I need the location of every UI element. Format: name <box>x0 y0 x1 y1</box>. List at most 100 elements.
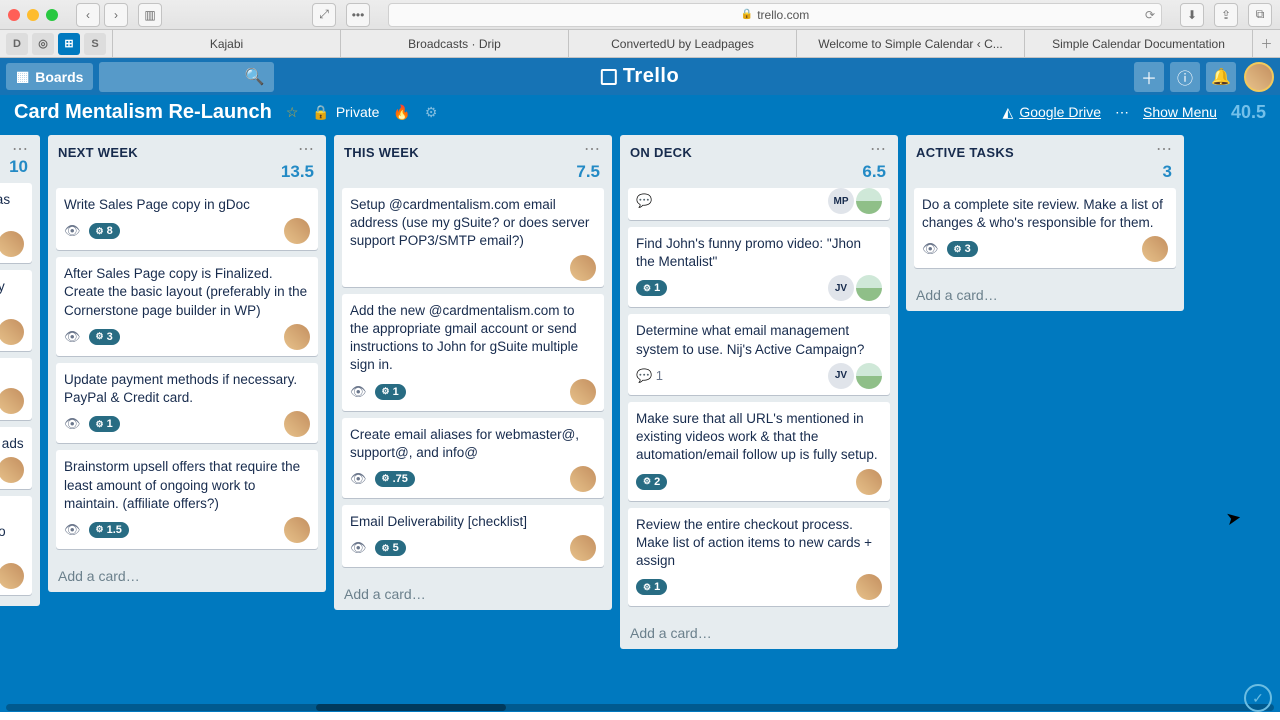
member-avatar[interactable] <box>284 411 310 437</box>
list-title[interactable]: NEXT WEEK <box>58 145 296 160</box>
member-avatar[interactable] <box>0 319 24 345</box>
browser-tab[interactable]: Kajabi <box>112 30 340 57</box>
member-avatar[interactable] <box>570 379 596 405</box>
zoom-window-icon[interactable] <box>46 9 58 21</box>
browser-tab[interactable]: ConvertedU by Leadpages <box>568 30 796 57</box>
fav-icon[interactable]: D <box>6 33 28 55</box>
downloads-button[interactable]: ⬇ <box>1180 3 1204 27</box>
card[interactable]: Write Sales Page copy in gDoc👁8 <box>56 188 318 250</box>
list-menu-icon[interactable]: ⋯ <box>582 145 602 155</box>
star-icon[interactable]: ☆ <box>286 104 299 121</box>
settings-icon[interactable]: ⚙ <box>425 104 438 121</box>
card[interactable]: Brainstorm upsell offers that require th… <box>56 450 318 549</box>
card[interactable]: gDoc with ad ideas to <box>0 183 32 263</box>
reload-icon[interactable]: ⟳ <box>1145 8 1155 22</box>
member-avatar[interactable] <box>1142 236 1168 262</box>
member-avatar[interactable]: JV <box>828 363 854 389</box>
member-avatar[interactable] <box>856 363 882 389</box>
list[interactable]: NEXT WEEK⋯13.5Write Sales Page copy in g… <box>48 135 326 592</box>
member-avatar[interactable] <box>0 388 24 414</box>
create-button[interactable]: ＋ <box>1134 62 1164 92</box>
add-card-button[interactable]: Add a card… <box>48 560 326 592</box>
window-controls[interactable] <box>8 9 58 21</box>
member-avatar[interactable] <box>284 218 310 244</box>
member-avatar[interactable]: MP <box>828 188 854 214</box>
member-avatar[interactable] <box>856 469 882 495</box>
address-bar[interactable]: 🔒 trello.com ⟳ <box>388 3 1162 27</box>
trello-logo[interactable]: Trello <box>601 65 679 88</box>
tabs-button[interactable]: ⧉ <box>1248 3 1272 27</box>
card[interactable]: Review the entire checkout process. Make… <box>628 508 890 607</box>
info-button[interactable]: ⓘ <box>1170 62 1200 92</box>
list[interactable]: ACTIVE TASKS⋯3Do a complete site review.… <box>906 135 1184 311</box>
card[interactable]: first 2 FB ads <box>0 358 32 420</box>
card[interactable]: oy for retargeting ads <box>0 427 32 489</box>
more-icon[interactable]: ⋯ <box>1115 104 1129 121</box>
fav-icon[interactable]: S <box>84 33 106 55</box>
new-tab-button[interactable]: ＋ <box>1252 30 1280 57</box>
share-button[interactable]: ⇪ <box>1214 3 1238 27</box>
fav-icon[interactable]: ◎ <box>32 33 54 55</box>
shield-icon[interactable]: ✓ <box>1244 684 1272 712</box>
list-menu-icon[interactable]: ⋯ <box>296 145 316 155</box>
list-menu-icon[interactable]: ⋯ <box>10 145 30 155</box>
forward-button[interactable]: › <box>104 3 128 27</box>
list[interactable]: ⋯10gDoc with ad ideas tooy & imagery for… <box>0 135 40 606</box>
browser-tab[interactable]: Broadcasts · Drip <box>340 30 568 57</box>
card[interactable]: Setup @cardmentalism.com email address (… <box>342 188 604 287</box>
minimize-window-icon[interactable] <box>27 9 39 21</box>
member-avatar[interactable] <box>856 275 882 301</box>
settings-button[interactable]: ••• <box>346 3 370 27</box>
google-drive-link[interactable]: ◭ Google Drive <box>1003 104 1101 121</box>
add-card-button[interactable]: Add a card… <box>334 578 612 610</box>
list-title[interactable]: ACTIVE TASKS <box>916 145 1154 160</box>
card[interactable]: Make sure that all URL's mentioned in ex… <box>628 402 890 501</box>
user-avatar[interactable] <box>1244 62 1274 92</box>
card[interactable]: Do a complete site review. Make a list o… <box>914 188 1176 268</box>
card[interactable]: oy & imagery for y ads <box>0 270 32 350</box>
card[interactable]: Update payment methods if necessary. Pay… <box>56 363 318 443</box>
show-menu-button[interactable]: Show Menu <box>1143 104 1217 120</box>
list-menu-icon[interactable]: ⋯ <box>1154 145 1174 155</box>
member-avatar[interactable] <box>0 231 24 257</box>
fire-icon[interactable]: 🔥 <box>393 104 410 121</box>
list[interactable]: ON DECK⋯6.5💬 MPFind John's funny promo v… <box>620 135 898 649</box>
boards-button[interactable]: ▦ Boards <box>6 63 93 90</box>
fav-icon[interactable]: ⊞ <box>58 33 80 55</box>
card[interactable]: After Sales Page copy is Finalized. Crea… <box>56 257 318 356</box>
list-title[interactable]: THIS WEEK <box>344 145 582 160</box>
member-avatar[interactable] <box>284 517 310 543</box>
card[interactable]: Find John's funny promo video: "Jhon the… <box>628 227 890 307</box>
browser-tab[interactable]: Welcome to Simple Calendar ‹ C... <box>796 30 1024 57</box>
horizontal-scrollbar[interactable] <box>6 704 1274 711</box>
list-menu-icon[interactable]: ⋯ <box>868 145 888 155</box>
member-avatar[interactable] <box>570 255 596 281</box>
card[interactable]: Email Deliverability [checklist]👁5 <box>342 505 604 567</box>
member-avatar[interactable] <box>0 457 24 483</box>
reader-button[interactable]: ⤢ <box>312 3 336 27</box>
close-window-icon[interactable] <box>8 9 20 21</box>
card[interactable]: Make sure that landing all good to go & … <box>0 496 32 595</box>
member-avatar[interactable]: JV <box>828 275 854 301</box>
member-avatar[interactable] <box>856 188 882 214</box>
member-avatar[interactable] <box>856 574 882 600</box>
add-card-button[interactable]: Add a card… <box>620 617 898 649</box>
browser-tab[interactable]: Simple Calendar Documentation <box>1024 30 1252 57</box>
member-avatar[interactable] <box>0 563 24 589</box>
board-canvas[interactable]: ⋯10gDoc with ad ideas tooy & imagery for… <box>0 129 1280 712</box>
member-avatar[interactable] <box>284 324 310 350</box>
list[interactable]: THIS WEEK⋯7.5Setup @cardmentalism.com em… <box>334 135 612 610</box>
member-avatar[interactable] <box>570 535 596 561</box>
card[interactable]: Add the new @cardmentalism.com to the ap… <box>342 294 604 411</box>
back-button[interactable]: ‹ <box>76 3 100 27</box>
card[interactable]: Determine what email management system t… <box>628 314 890 394</box>
search-input[interactable]: 🔍 <box>99 62 274 92</box>
card[interactable]: Create email aliases for webmaster@, sup… <box>342 418 604 498</box>
sidebar-button[interactable]: ▥ <box>138 3 162 27</box>
card[interactable]: 💬 MP <box>628 188 890 220</box>
add-card-button[interactable]: Add a card… <box>906 279 1184 311</box>
list-title[interactable]: ON DECK <box>630 145 868 160</box>
member-avatar[interactable] <box>570 466 596 492</box>
privacy-button[interactable]: 🔒 Private <box>312 104 379 121</box>
scrollbar-thumb[interactable] <box>316 704 506 711</box>
